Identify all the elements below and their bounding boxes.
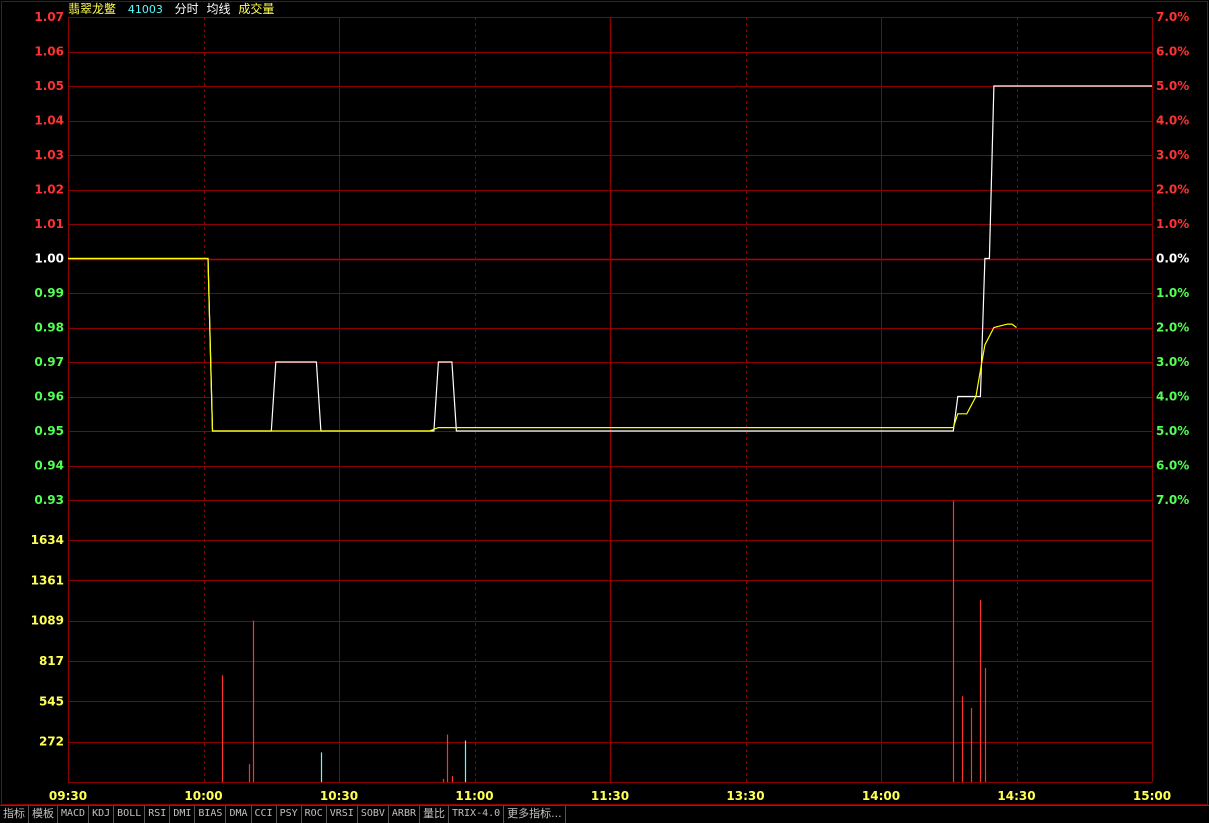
percent-tick-label: 4.0%: [1156, 114, 1189, 128]
price-tick-label: 1.02: [34, 183, 64, 197]
percent-tick-label: 1.0%: [1156, 286, 1189, 300]
indicator-average-line: 均线: [206, 2, 231, 16]
tab-trix[interactable]: TRIX-4.0: [449, 806, 505, 823]
tab-sobv[interactable]: SOBV: [358, 806, 389, 823]
price-tick-label: 1.01: [34, 217, 64, 231]
price-tick-label: 0.98: [34, 321, 64, 335]
tab-vrsi[interactable]: VRSI: [327, 806, 358, 823]
tab-psy[interactable]: PSY: [277, 806, 302, 823]
price-tick-label: 1.04: [34, 114, 64, 128]
time-tick-label: 14:00: [862, 789, 900, 803]
price-tick-label: 0.93: [34, 493, 64, 507]
percent-tick-label: 6.0%: [1156, 459, 1189, 473]
time-tick-label: 11:00: [455, 789, 493, 803]
tab-indicators[interactable]: 指标: [0, 806, 29, 823]
percent-tick-label: 2.0%: [1156, 183, 1189, 197]
price-tick-label: 0.96: [34, 390, 64, 404]
tab-bias[interactable]: BIAS: [195, 806, 227, 823]
tab-volume-ratio[interactable]: 量比: [420, 806, 449, 823]
percent-tick-label: 4.0%: [1156, 390, 1189, 404]
percent-tick-label: 5.0%: [1156, 424, 1189, 438]
price-tick-label: 1.03: [34, 148, 64, 162]
percent-tick-label: 2.0%: [1156, 321, 1189, 335]
price-tick-label: 0.97: [34, 355, 64, 369]
tab-arbr[interactable]: ARBR: [389, 806, 420, 823]
volume-tick-label: 545: [39, 694, 64, 708]
volume-tick-label: 1089: [31, 614, 64, 628]
price-tick-label: 1.07: [34, 10, 64, 24]
volume-tick-label: 1361: [31, 573, 64, 587]
chart-title-bar: 翡翠龙鳖 41003 分时 均线 成交量: [68, 1, 278, 17]
tab-boll[interactable]: BOLL: [114, 806, 146, 823]
tab-dma[interactable]: DMA: [226, 806, 252, 823]
time-tick-label: 13:30: [726, 789, 764, 803]
tab-roc[interactable]: ROC: [302, 806, 327, 823]
tab-rsi[interactable]: RSI: [145, 806, 171, 823]
time-tick-label: 11:30: [591, 789, 629, 803]
percent-tick-label: 3.0%: [1156, 148, 1189, 162]
percent-tick-label: 1.0%: [1156, 217, 1189, 231]
tab-template[interactable]: 模板: [29, 806, 58, 823]
stock-name: 翡翠龙鳖: [68, 2, 117, 16]
tab-dmi[interactable]: DMI: [170, 806, 196, 823]
indicator-tab-bar: 指标 模板 MACD KDJ BOLL RSI DMI BIAS DMA CCI…: [0, 805, 1209, 823]
tab-macd[interactable]: MACD: [58, 806, 90, 823]
tab-more-indicators[interactable]: 更多指标...: [504, 806, 566, 823]
volume-tick-label: 1634: [31, 533, 64, 547]
indicator-intraday: 分时: [174, 2, 199, 16]
indicator-volume: 成交量: [238, 2, 275, 16]
percent-tick-label: 0.0%: [1156, 252, 1189, 266]
price-tick-label: 1.06: [34, 45, 64, 59]
percent-tick-label: 7.0%: [1156, 493, 1189, 507]
price-tick-label: 1.00: [34, 252, 64, 266]
price-tick-label: 1.05: [34, 79, 64, 93]
average-price-line: [68, 257, 1017, 432]
percent-tick-label: 3.0%: [1156, 355, 1189, 369]
stock-code: 41003: [127, 3, 163, 16]
time-tick-label: 15:00: [1133, 789, 1171, 803]
percent-tick-label: 7.0%: [1156, 10, 1189, 24]
intraday-chart[interactable]: 1.07 1.06 1.05 1.04 1.03 1.02 1.01 1.00 0.99 0.98…: [0, 0, 1209, 806]
time-tick-label: 09:30: [49, 789, 87, 803]
percent-tick-label: 5.0%: [1156, 79, 1189, 93]
price-tick-label: 0.99: [34, 286, 64, 300]
time-tick-label: 14:30: [997, 789, 1035, 803]
time-tick-label: 10:00: [184, 789, 222, 803]
percent-tick-label: 6.0%: [1156, 45, 1189, 59]
volume-tick-label: 817: [39, 654, 64, 668]
tab-kdj[interactable]: KDJ: [89, 806, 115, 823]
tab-cci[interactable]: CCI: [252, 806, 277, 823]
volume-tick-label: 272: [39, 735, 64, 749]
price-tick-label: 0.94: [34, 459, 64, 473]
price-tick-label: 0.95: [34, 424, 64, 438]
time-tick-label: 10:30: [320, 789, 358, 803]
